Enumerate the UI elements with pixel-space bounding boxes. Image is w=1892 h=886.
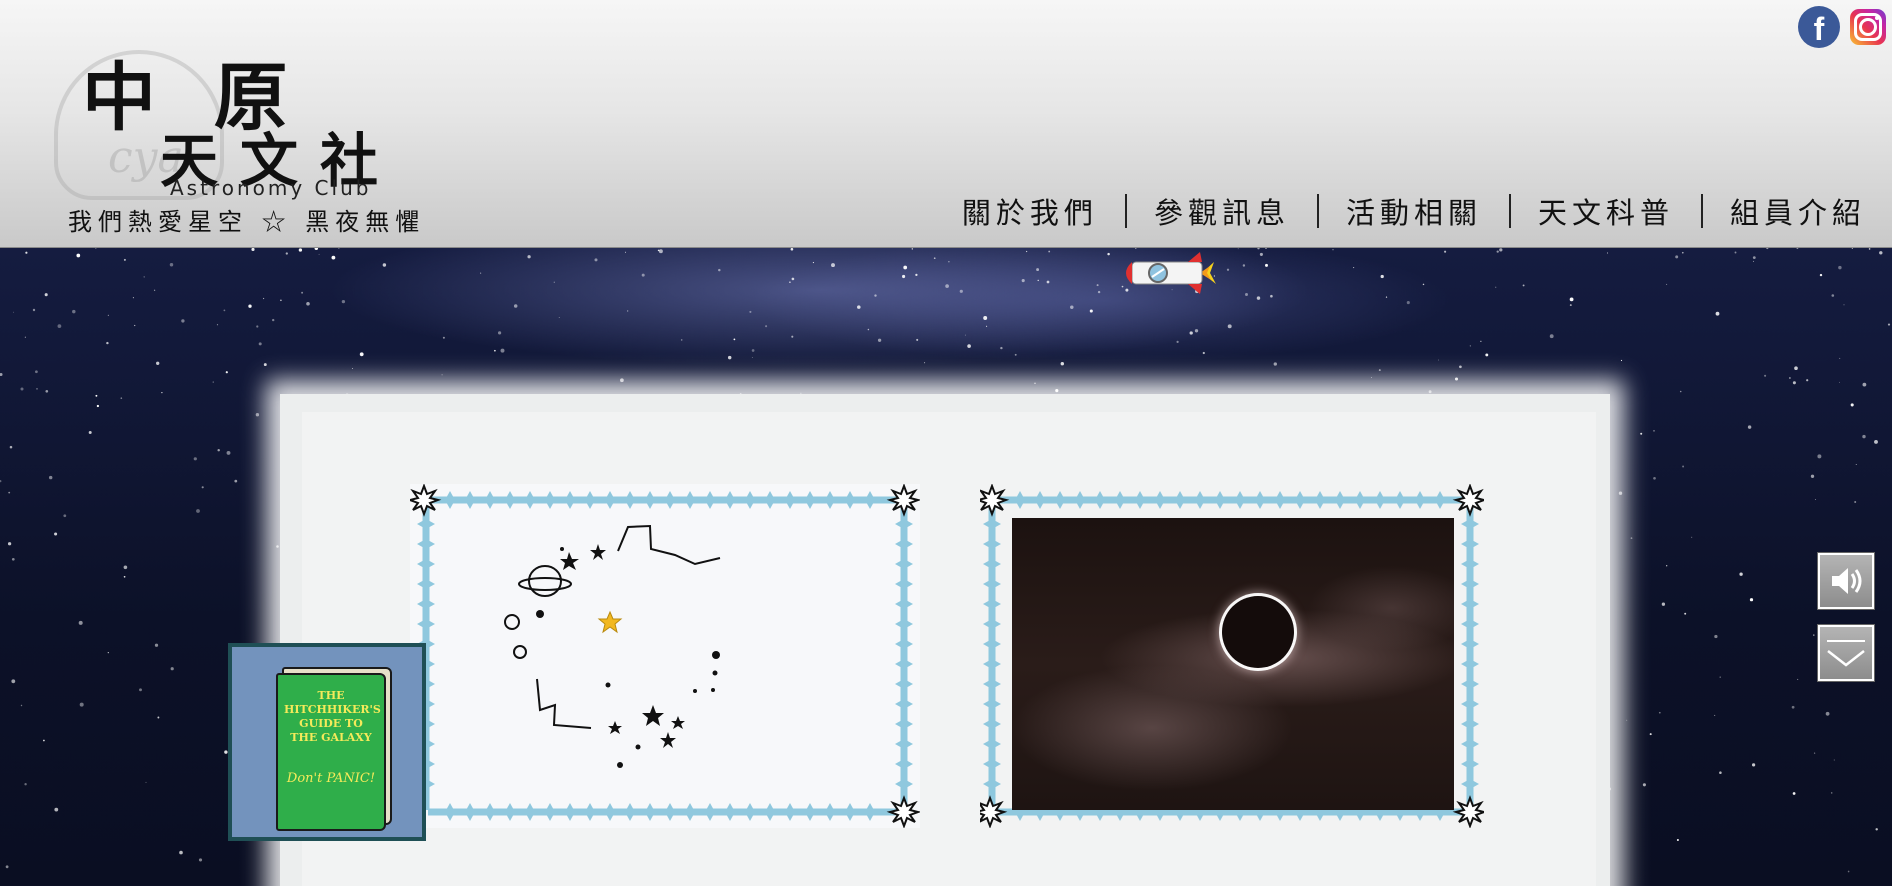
sound-toggle-button[interactable] (1818, 553, 1874, 609)
eclipse-ring (1222, 596, 1294, 668)
social-links: f (1798, 6, 1886, 48)
nav-activities[interactable]: 活動相關 (1346, 190, 1482, 232)
facebook-letter: f (1813, 11, 1825, 47)
chevron-down-icon (1827, 640, 1865, 667)
annular-eclipse-photo (1012, 518, 1454, 810)
club-logo[interactable]: cya 中 原 天文社 Astronomy Club 我們熱愛星空 ☆ 黑夜無懼 (48, 28, 508, 238)
nav-divider (1508, 194, 1511, 228)
book-title: THE HITCHHIKER'S GUIDE TO THE GALAXY (284, 689, 381, 744)
instagram-dot (1875, 16, 1879, 20)
constellation-drawing (504, 524, 721, 768)
book-slogan: Don't PANIC! (286, 771, 376, 786)
nav-about-us[interactable]: 關於我們 (962, 190, 1098, 232)
nav-divider (1700, 194, 1703, 228)
scroll-down-button[interactable] (1818, 625, 1874, 681)
nav-divider (1316, 194, 1319, 228)
nav-members[interactable]: 組員介紹 (1730, 190, 1866, 232)
main-nav: 關於我們 參觀訊息 活動相關 天文科普 組員介紹 (962, 190, 1866, 232)
book-cover: THE HITCHHIKER'S GUIDE TO THE GALAXY Don… (276, 673, 386, 831)
nav-divider (1124, 194, 1127, 228)
facebook-icon[interactable]: f (1798, 6, 1840, 48)
instagram-icon[interactable] (1850, 9, 1886, 45)
nav-visit-info[interactable]: 參觀訊息 (1154, 190, 1290, 232)
speaker-icon (1832, 568, 1862, 594)
nav-astronomy-science[interactable]: 天文科普 (1538, 190, 1674, 232)
logo-slogan: 我們熱愛星空 ☆ 黑夜無懼 (68, 208, 426, 236)
rocket-icon (1126, 252, 1216, 294)
hitchhikers-guide-widget[interactable]: THE HITCHHIKER'S GUIDE TO THE GALAXY Don… (228, 643, 426, 841)
site-header: cya 中 原 天文社 Astronomy Club 我們熱愛星空 ☆ 黑夜無懼… (0, 0, 1892, 248)
constellation-card[interactable] (410, 484, 920, 828)
instagram-lens (1859, 18, 1877, 36)
logo-english-name: Astronomy Club (170, 176, 372, 200)
eclipse-photo-card[interactable] (980, 484, 1484, 828)
